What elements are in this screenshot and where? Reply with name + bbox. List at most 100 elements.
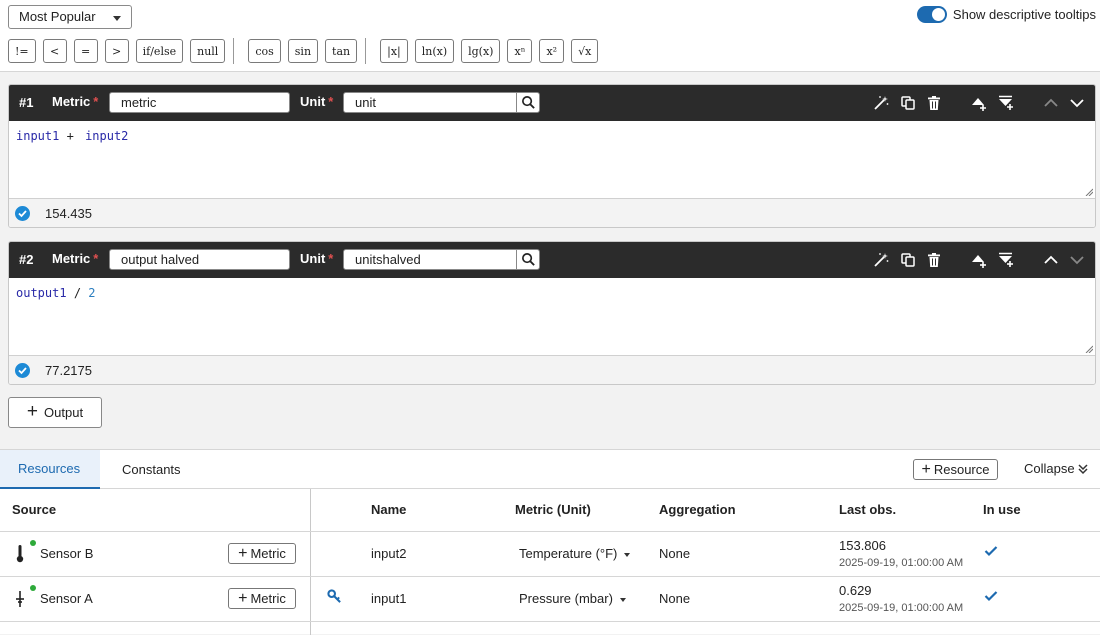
pressure-gauge-icon — [14, 589, 26, 609]
header-aggregation: Aggregation — [659, 502, 736, 517]
check-circle-icon — [15, 363, 30, 378]
add-metric-label: Metric — [250, 591, 286, 606]
op-cos-button[interactable]: cos — [248, 39, 281, 63]
add-resource-button[interactable]: + Resource — [913, 459, 998, 480]
expr-operator: / — [73, 286, 82, 300]
collapse-button[interactable]: Collapse — [1024, 461, 1089, 476]
metric-unit-select[interactable]: Temperature (°F) — [519, 546, 631, 561]
tooltip-toggle[interactable] — [916, 6, 947, 23]
add-metric-button[interactable]: + Metric — [228, 543, 296, 564]
op-if-else-button[interactable]: if/else — [135, 39, 184, 63]
online-status-dot — [30, 585, 36, 591]
tooltip-toggle-label: Show descriptive tooltips — [952, 7, 1096, 22]
source-name: Sensor B — [40, 546, 94, 561]
result-bar: 77.2175 — [9, 356, 1095, 384]
chevron-down-icon[interactable] — [1069, 95, 1085, 111]
double-chevron-down-icon — [1078, 463, 1088, 474]
metric-field[interactable]: metric — [109, 92, 290, 113]
op-sin-button[interactable]: sin — [287, 39, 319, 63]
output-card: #2 Metric * output halved Unit * unitshalv… — [8, 241, 1096, 385]
aggregation-value: None — [659, 546, 691, 561]
preset-select[interactable]: Most Popular — [8, 5, 132, 29]
plus-icon: + — [26, 400, 39, 422]
operator-divider — [365, 38, 367, 64]
insert-above-icon[interactable] — [971, 95, 987, 111]
operator-divider — [233, 38, 235, 64]
checkmark-icon — [984, 546, 998, 557]
aggregation-value: None — [659, 591, 691, 606]
op-greater-than-button[interactable]: > — [104, 39, 129, 63]
expr-operator: + — [66, 129, 74, 143]
unit-label: Unit * — [300, 251, 334, 266]
tooltip-toggle-group: Show descriptive tooltips — [916, 6, 1096, 23]
add-resource-label: Resource — [933, 462, 990, 477]
checkmark-icon — [984, 591, 998, 602]
resize-handle-icon[interactable] — [1085, 345, 1093, 353]
op-equal-button[interactable]: = — [73, 39, 98, 63]
output-number: #2 — [19, 252, 34, 267]
trash-icon[interactable] — [926, 95, 942, 111]
trash-icon[interactable] — [926, 252, 942, 268]
insert-below-icon[interactable] — [998, 252, 1014, 268]
header-name: Name — [371, 502, 407, 517]
metric-field[interactable]: output halved — [109, 249, 290, 270]
last-obs-value: 0.629 — [839, 583, 872, 598]
operator-bar: != < = > if/else null cos sin tan |x| ln… — [8, 38, 605, 64]
expression-editor[interactable]: input1 + input2 — [9, 121, 1095, 199]
op-sqrt-button[interactable]: √x — [571, 39, 599, 63]
copy-icon[interactable] — [900, 252, 916, 268]
magic-wand-icon[interactable] — [873, 95, 889, 111]
search-icon[interactable] — [516, 249, 540, 270]
preset-select-value: Most Popular — [19, 9, 96, 24]
add-metric-label: Metric — [250, 546, 286, 561]
op-lg-button[interactable]: lg(x) — [461, 39, 501, 63]
output-number: #1 — [19, 95, 34, 110]
tab-resources[interactable]: Resources — [0, 450, 100, 489]
copy-icon[interactable] — [900, 95, 916, 111]
search-icon[interactable] — [516, 92, 540, 113]
op-less-than-button[interactable]: < — [42, 39, 67, 63]
source-name: Sensor A — [40, 591, 93, 606]
insert-above-icon[interactable] — [971, 252, 987, 268]
op-not-equal-button[interactable]: != — [8, 39, 36, 63]
metric-unit-select[interactable]: Pressure (mbar) — [519, 591, 626, 606]
chevron-down-icon — [113, 16, 121, 21]
tab-constants[interactable]: Constants — [104, 450, 199, 489]
add-metric-button[interactable]: + Metric — [228, 588, 296, 609]
thermometer-icon — [14, 544, 26, 564]
op-tan-button[interactable]: tan — [325, 39, 358, 63]
check-circle-icon — [15, 206, 30, 221]
unit-field[interactable]: unit — [343, 92, 518, 113]
add-output-button[interactable]: + Output — [8, 397, 102, 428]
chevron-up-icon[interactable] — [1043, 95, 1059, 111]
collapse-label: Collapse — [1024, 461, 1075, 476]
header-last-obs: Last obs. — [839, 502, 897, 517]
op-null-button[interactable]: null — [190, 39, 226, 63]
plus-icon: + — [921, 460, 931, 478]
op-abs-button[interactable]: |x| — [380, 39, 408, 63]
op-power-button[interactable]: xⁿ — [507, 39, 533, 63]
unit-label: Unit * — [300, 94, 334, 109]
chevron-down-icon — [624, 552, 631, 557]
output-card-header: #2 Metric * output halved Unit * unitshalv… — [9, 242, 1095, 278]
header-metric-unit: Metric (Unit) — [515, 502, 591, 517]
metric-unit-value: Temperature (°F) — [519, 546, 618, 561]
output-card-header: #1 Metric * metric Unit * unit — [9, 85, 1095, 121]
chevron-down-icon[interactable] — [1069, 252, 1085, 268]
last-obs-value: 153.806 — [839, 538, 886, 553]
expr-number: 2 — [88, 286, 96, 300]
expression-editor[interactable]: output1 / 2 — [9, 278, 1095, 356]
column-divider — [310, 489, 311, 635]
expr-token: output1 — [16, 286, 67, 300]
chevron-up-icon[interactable] — [1043, 252, 1059, 268]
op-square-button[interactable]: x² — [539, 39, 565, 63]
key-icon[interactable] — [327, 589, 342, 604]
toolbar: Most Popular Show descriptive tooltips !… — [0, 0, 1100, 72]
resize-handle-icon[interactable] — [1085, 188, 1093, 196]
op-ln-button[interactable]: ln(x) — [414, 39, 455, 63]
resource-name: input1 — [371, 591, 407, 606]
header-in-use: In use — [983, 502, 1021, 517]
insert-below-icon[interactable] — [998, 95, 1014, 111]
magic-wand-icon[interactable] — [873, 252, 889, 268]
unit-field[interactable]: unitshalved — [343, 249, 518, 270]
